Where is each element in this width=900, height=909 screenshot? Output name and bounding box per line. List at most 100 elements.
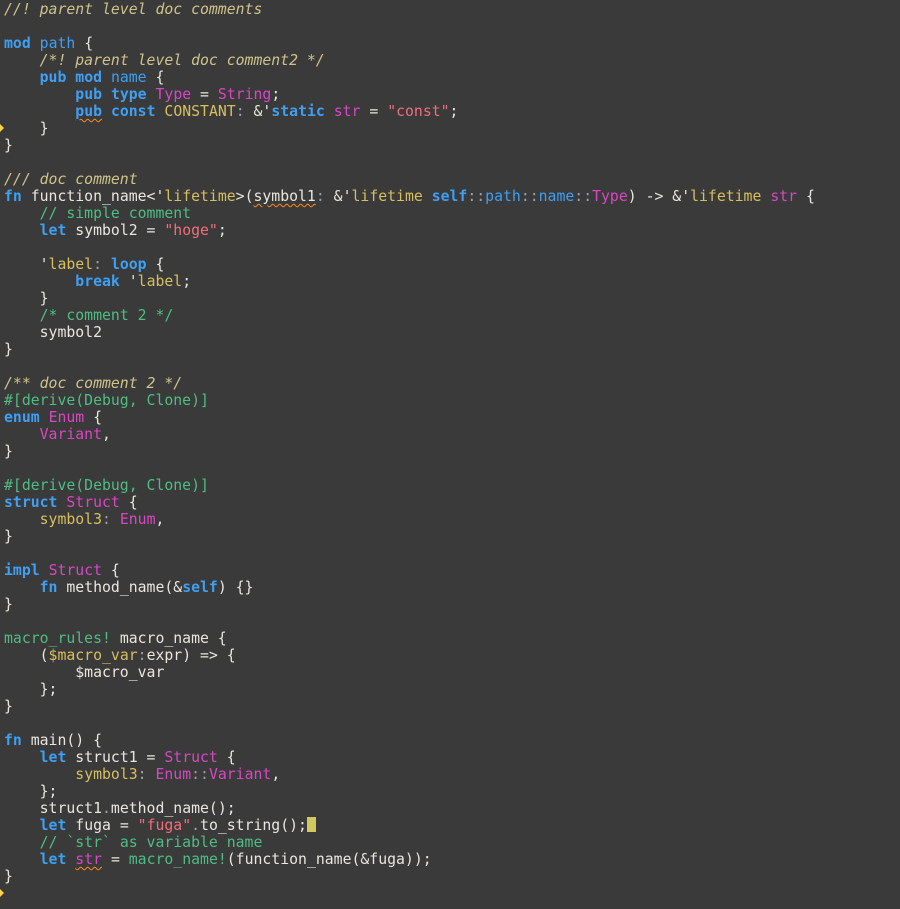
code-line[interactable]: impl Struct { — [4, 562, 815, 579]
code-line[interactable] — [4, 613, 815, 630]
code-line[interactable]: } — [4, 868, 815, 885]
code-line[interactable]: /* comment 2 */ — [4, 307, 815, 324]
code-token: : — [235, 103, 245, 120]
code-line[interactable]: break 'label; — [4, 273, 815, 290]
code-line[interactable]: }; — [4, 783, 815, 800]
code-token: :: — [467, 188, 486, 205]
code-line[interactable]: let symbol2 = "hoge"; — [4, 222, 815, 239]
code-line[interactable]: /// doc comment — [4, 171, 815, 188]
code-token: : — [93, 256, 103, 273]
code-token: name — [110, 69, 147, 86]
code-line[interactable]: // simple comment — [4, 205, 815, 222]
code-token: #[derive(Debug, Clone)] — [4, 477, 209, 494]
code-token: path — [39, 35, 76, 52]
code-line[interactable]: //! parent level doc comments — [4, 1, 815, 18]
code-token: self — [431, 188, 468, 205]
code-line[interactable]: struct1.method_name(); — [4, 800, 815, 817]
code-line[interactable]: } — [4, 341, 815, 358]
code-token: struct1 = — [66, 749, 165, 766]
code-token: = — [360, 103, 388, 120]
code-token: Struct — [164, 749, 218, 766]
code-line[interactable]: } — [4, 137, 815, 154]
code-line[interactable]: enum Enum { — [4, 409, 815, 426]
code-line[interactable]: } — [4, 698, 815, 715]
code-line[interactable] — [4, 545, 815, 562]
code-line[interactable]: } — [4, 290, 815, 307]
code-line[interactable] — [4, 460, 815, 477]
code-line[interactable]: } — [4, 528, 815, 545]
code-line[interactable]: // `str` as variable name — [4, 834, 815, 851]
code-line[interactable] — [4, 358, 815, 375]
code-token: to_string(); — [200, 817, 307, 834]
code-line[interactable]: symbol3: Enum, — [4, 511, 815, 528]
code-token: const — [110, 103, 156, 120]
code-line[interactable]: macro_rules! macro_name { — [4, 630, 815, 647]
code-line[interactable]: symbol2 — [4, 324, 815, 341]
code-line[interactable]: pub type Type = String; — [4, 86, 815, 103]
code-line[interactable]: fn main() { — [4, 732, 815, 749]
code-area[interactable]: //! parent level doc comments mod path { … — [4, 1, 815, 885]
code-token: &' — [324, 188, 352, 205]
code-line[interactable] — [4, 154, 815, 171]
code-line[interactable]: /*! parent level doc comment2 */ — [4, 52, 815, 69]
code-token: symbol2 — [4, 324, 102, 341]
code-token: : — [315, 188, 325, 205]
code-token: CONSTANT — [164, 103, 236, 120]
code-line[interactable]: pub const CONSTANT: &'static str = "cons… — [4, 103, 815, 120]
code-token: . — [191, 817, 201, 834]
code-line[interactable]: let str = macro_name!(function_name(&fug… — [4, 851, 815, 868]
code-line[interactable]: }; — [4, 681, 815, 698]
code-token: ' — [4, 256, 49, 273]
code-line[interactable]: } — [4, 120, 815, 137]
code-line[interactable]: #[derive(Debug, Clone)] — [4, 477, 815, 494]
code-line[interactable] — [4, 18, 815, 35]
code-line[interactable]: 'label: loop { — [4, 256, 815, 273]
code-line[interactable]: /** doc comment 2 */ — [4, 375, 815, 392]
code-token: let — [39, 222, 67, 239]
code-token: Enum — [48, 409, 85, 426]
code-token: >( — [235, 188, 254, 205]
code-line[interactable] — [4, 239, 815, 256]
code-line[interactable] — [4, 715, 815, 732]
code-token: impl — [4, 562, 40, 579]
code-line[interactable]: mod path { — [4, 35, 815, 52]
code-token: fuga = — [66, 817, 138, 834]
code-line[interactable]: $macro_var — [4, 664, 815, 681]
code-token: } — [4, 698, 13, 715]
code-line[interactable]: symbol3: Enum::Variant, — [4, 766, 815, 783]
code-line[interactable]: Variant, — [4, 426, 815, 443]
code-line[interactable]: fn function_name<'lifetime>(symbol1: &'l… — [4, 188, 815, 205]
code-token: fn — [4, 732, 22, 749]
code-token: macro_rules! — [4, 630, 111, 647]
code-line[interactable]: #[derive(Debug, Clone)] — [4, 392, 815, 409]
code-token: Struct — [48, 562, 103, 579]
code-token: :: — [574, 188, 593, 205]
code-token: { — [102, 562, 120, 579]
code-line[interactable]: let fuga = "fuga".to_string(); — [4, 817, 815, 834]
code-token: } — [4, 120, 49, 137]
code-token: $macro_var — [4, 664, 165, 681]
code-token: /* comment 2 */ — [39, 307, 174, 324]
code-line[interactable]: let struct1 = Struct { — [4, 749, 815, 766]
code-line[interactable]: struct Struct { — [4, 494, 815, 511]
code-line[interactable]: pub mod name { — [4, 69, 815, 86]
code-token: ; — [217, 222, 227, 239]
code-line[interactable]: } — [4, 443, 815, 460]
code-line[interactable]: ($macro_var:expr) => { — [4, 647, 815, 664]
code-line[interactable]: } — [4, 596, 815, 613]
text-cursor — [306, 817, 316, 832]
code-editor[interactable]: //! parent level doc comments mod path { … — [0, 0, 900, 909]
code-token: fn — [4, 188, 22, 205]
code-line[interactable]: fn method_name(&self) {} — [4, 579, 815, 596]
